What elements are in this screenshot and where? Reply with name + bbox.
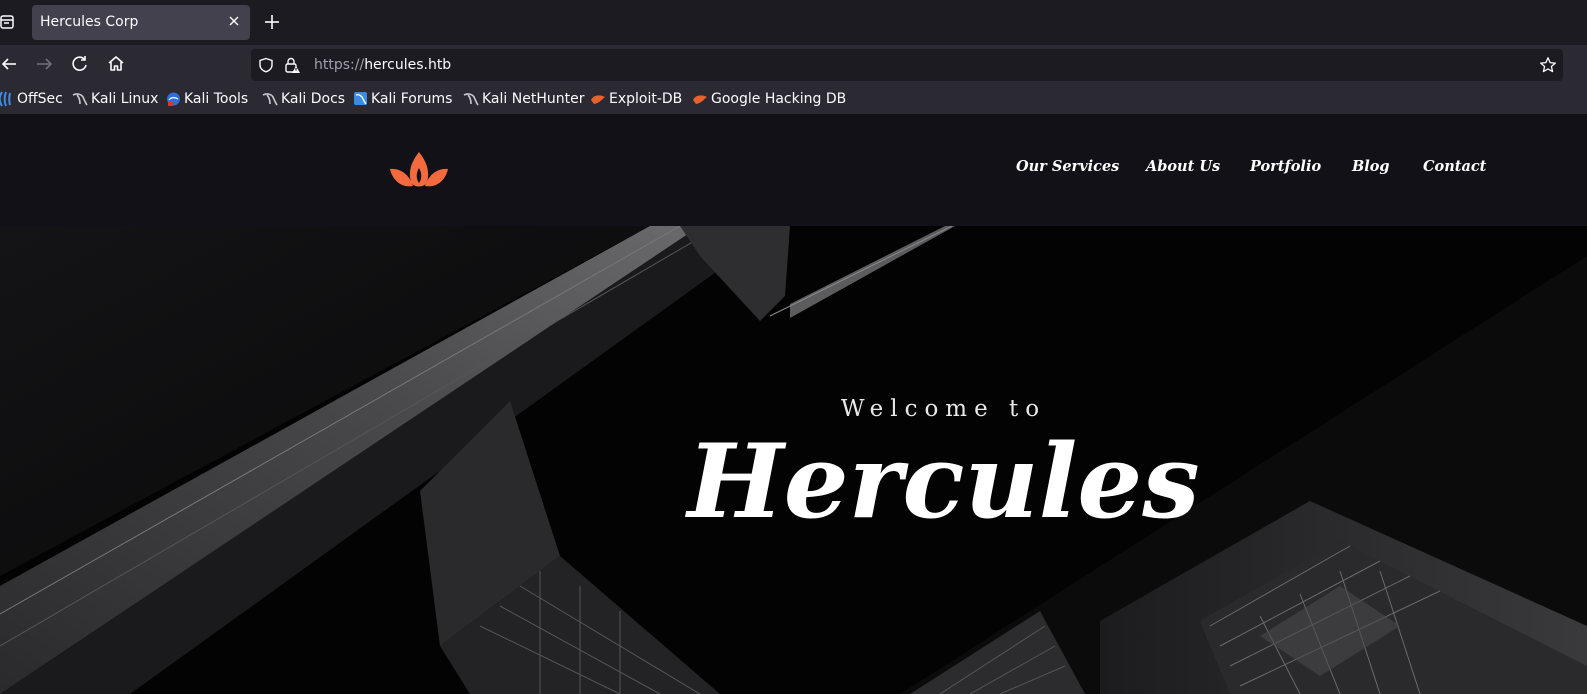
tab-list-icon[interactable]	[0, 14, 14, 30]
site-header: Our Services About Us Portfolio Blog Con…	[0, 114, 1587, 226]
kali-dragon-icon	[463, 93, 479, 106]
nav-about-us[interactable]: About Us	[1146, 158, 1220, 175]
tab-title: Hercules Corp	[40, 14, 139, 30]
bookmark-label: Exploit-DB	[609, 91, 683, 107]
bookmark-offsec[interactable]: OffSec	[0, 90, 63, 108]
kali-tools-icon	[167, 92, 180, 106]
bookmark-kali-forums[interactable]: Kali Forums	[353, 90, 452, 108]
back-icon[interactable]	[0, 54, 20, 74]
bookmark-exploit-db[interactable]: Exploit-DB	[590, 90, 682, 108]
reload-icon[interactable]	[70, 54, 90, 74]
tab-hercules[interactable]: Hercules Corp	[32, 5, 250, 40]
nav-contact[interactable]: Contact	[1423, 158, 1486, 175]
lotus-flame-icon[interactable]	[389, 150, 449, 192]
bookmark-label: Google Hacking DB	[711, 91, 847, 107]
bookmark-label: Kali Forums	[371, 91, 453, 107]
exploit-db-icon	[693, 95, 707, 104]
url-scheme: https://	[314, 57, 365, 73]
hero-kicker: Welcome to	[840, 396, 1047, 422]
bookmark-kali-tools[interactable]: Kali Tools	[166, 90, 248, 108]
bookmark-label: Kali Tools	[184, 91, 249, 107]
bookmark-kali-linux[interactable]: Kali Linux	[72, 90, 158, 108]
navigation-toolbar: https://hercules.htb	[0, 45, 1587, 83]
tab-bar: Hercules Corp	[0, 0, 1587, 45]
bookmark-label: Kali Linux	[91, 91, 159, 107]
lock-warning-icon[interactable]	[283, 56, 301, 78]
kali-dragon-icon	[72, 93, 88, 106]
url-host: hercules.htb	[364, 57, 452, 73]
bookmarks-toolbar: OffSec Kali Linux Kali Tools Kali Docs K…	[0, 83, 1587, 114]
bookmark-kali-nethunter[interactable]: Kali NetHunter	[463, 90, 584, 108]
url-bar[interactable]: https://hercules.htb	[251, 49, 1563, 81]
bookmark-label: OffSec	[17, 91, 63, 107]
bookmark-star-icon[interactable]	[1539, 56, 1557, 78]
bookmark-kali-docs[interactable]: Kali Docs	[262, 90, 345, 108]
forward-icon[interactable]	[34, 54, 54, 74]
offsec-icon	[0, 91, 11, 107]
bookmark-google-hacking-db[interactable]: Google Hacking DB	[692, 90, 846, 108]
bookmark-label: Kali NetHunter	[482, 91, 585, 107]
tracking-shield-icon[interactable]	[258, 57, 274, 77]
nav-our-services[interactable]: Our Services	[1016, 158, 1119, 175]
kali-forums-icon	[354, 92, 367, 105]
home-icon[interactable]	[106, 54, 126, 74]
nav-blog[interactable]: Blog	[1352, 158, 1390, 175]
hero-title: Hercules	[687, 422, 1200, 542]
close-icon[interactable]	[226, 13, 242, 29]
kali-dragon-icon	[262, 93, 278, 106]
exploit-db-icon	[591, 95, 605, 104]
plus-icon[interactable]	[262, 12, 282, 32]
hero-section: Welcome to Hercules	[0, 226, 1587, 694]
url-text[interactable]: https://hercules.htb	[314, 57, 451, 73]
bookmark-label: Kali Docs	[281, 91, 346, 107]
nav-portfolio[interactable]: Portfolio	[1250, 158, 1321, 175]
